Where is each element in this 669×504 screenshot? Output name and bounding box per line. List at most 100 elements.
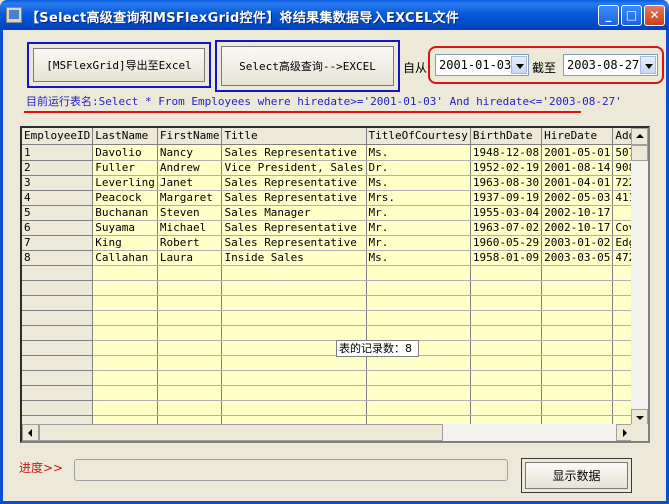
date-from-combo[interactable]: 2001-01-03 <box>435 54 529 76</box>
table-cell[interactable] <box>470 325 543 341</box>
table-cell[interactable] <box>221 280 367 296</box>
table-cell[interactable]: Fuller <box>92 160 158 176</box>
column-header[interactable]: Address <box>612 128 633 145</box>
row-header-cell[interactable]: 6 <box>22 220 94 236</box>
maximize-button[interactable]: □ <box>621 5 642 26</box>
table-cell[interactable]: Margaret <box>157 190 223 206</box>
table-cell[interactable]: 2001-08-14 <box>541 160 614 176</box>
table-cell[interactable]: Laura <box>157 250 223 266</box>
chevron-down-icon[interactable] <box>640 56 656 74</box>
column-header[interactable]: EmployeeID <box>22 128 94 145</box>
row-header-cell[interactable] <box>22 280 94 296</box>
column-header[interactable]: HireDate <box>541 128 614 145</box>
table-cell[interactable] <box>157 325 223 341</box>
table-cell[interactable] <box>470 340 543 356</box>
table-cell[interactable]: 2002-05-03 <box>541 190 614 206</box>
table-cell[interactable] <box>221 325 367 341</box>
table-cell[interactable] <box>470 400 543 416</box>
column-header[interactable]: LastName <box>92 128 158 145</box>
table-cell[interactable]: Mr. <box>366 235 471 251</box>
table-cell[interactable] <box>92 280 158 296</box>
table-cell[interactable]: Sales Manager <box>221 205 367 221</box>
empty-row[interactable] <box>22 355 633 371</box>
table-cell[interactable] <box>221 265 367 281</box>
column-header[interactable]: BirthDate <box>470 128 543 145</box>
table-cell[interactable]: Janet <box>157 175 223 191</box>
table-cell[interactable] <box>366 295 471 311</box>
vertical-scrollbar[interactable] <box>631 128 648 426</box>
table-cell[interactable]: Nancy <box>157 144 223 161</box>
scroll-left-icon[interactable] <box>22 424 39 441</box>
table-cell[interactable] <box>92 325 158 341</box>
row-header-cell[interactable] <box>22 400 94 416</box>
table-cell[interactable]: 722 <box>612 175 633 191</box>
table-row[interactable]: 3 Leverling Janet Sales Representative Ms. 19… <box>22 175 633 191</box>
row-header-cell[interactable] <box>22 265 94 281</box>
table-cell[interactable] <box>92 310 158 326</box>
select-excel-button[interactable]: Select高级查询-->EXCEL <box>221 46 394 86</box>
table-cell[interactable] <box>157 400 223 416</box>
table-cell[interactable]: Callahan <box>92 250 158 266</box>
table-cell[interactable]: Peacock <box>92 190 158 206</box>
table-row[interactable]: 4 Peacock Margaret Sales Representative Mrs.… <box>22 190 633 206</box>
table-cell[interactable]: 1963-08-30 <box>470 175 543 191</box>
row-header-cell[interactable]: 8 <box>22 250 94 266</box>
table-cell[interactable]: Sales Representative <box>221 190 367 206</box>
close-button[interactable]: ✕ <box>644 5 665 26</box>
table-cell[interactable] <box>612 385 633 401</box>
table-cell[interactable] <box>92 385 158 401</box>
row-header-cell[interactable]: 2 <box>22 160 94 176</box>
row-header-cell[interactable] <box>22 370 94 386</box>
column-header[interactable]: TitleOfCourtesy <box>366 128 471 145</box>
table-cell[interactable]: Sales Representative <box>221 175 367 191</box>
empty-row[interactable] <box>22 370 633 386</box>
table-cell[interactable] <box>541 280 614 296</box>
table-cell[interactable]: Ms. <box>366 250 471 266</box>
table-cell[interactable] <box>157 340 223 356</box>
table-cell[interactable]: Mrs. <box>366 190 471 206</box>
table-cell[interactable] <box>221 370 367 386</box>
table-cell[interactable] <box>92 355 158 371</box>
vertical-scroll-thumb[interactable] <box>631 145 648 161</box>
table-cell[interactable] <box>366 355 471 371</box>
table-cell[interactable]: Vice President, Sales <box>221 160 367 176</box>
row-header-cell[interactable]: 3 <box>22 175 94 191</box>
table-cell[interactable] <box>157 310 223 326</box>
table-cell[interactable] <box>221 355 367 371</box>
table-cell[interactable]: Sales Representative <box>221 220 367 236</box>
column-header[interactable]: Title <box>221 128 367 145</box>
table-cell[interactable]: 1963-07-02 <box>470 220 543 236</box>
empty-row[interactable] <box>22 385 633 401</box>
empty-row[interactable] <box>22 325 633 341</box>
table-cell[interactable]: Leverling <box>92 175 158 191</box>
table-cell[interactable]: 908 <box>612 160 633 176</box>
table-cell[interactable]: Michael <box>157 220 223 236</box>
table-cell[interactable] <box>541 295 614 311</box>
grid-viewport[interactable]: EmployeeID LastName FirstName Title TitleOfC… <box>22 128 633 426</box>
table-cell[interactable] <box>612 340 633 356</box>
table-cell[interactable]: Dr. <box>366 160 471 176</box>
table-cell[interactable]: 1955-03-04 <box>470 205 543 221</box>
table-cell[interactable]: Suyama <box>92 220 158 236</box>
table-cell[interactable] <box>92 340 158 356</box>
empty-row[interactable] <box>22 295 633 311</box>
table-cell[interactable] <box>92 370 158 386</box>
table-cell[interactable]: 2002-10-17 <box>541 205 614 221</box>
row-header-cell[interactable] <box>22 295 94 311</box>
table-cell[interactable] <box>612 355 633 371</box>
empty-row[interactable] <box>22 310 633 326</box>
table-cell[interactable] <box>221 400 367 416</box>
table-cell[interactable]: 4726 - <box>612 250 633 266</box>
table-cell[interactable] <box>157 385 223 401</box>
table-cell[interactable] <box>92 295 158 311</box>
table-cell[interactable] <box>470 265 543 281</box>
horizontal-scrollbar[interactable] <box>22 424 633 441</box>
table-cell[interactable]: Mr. <box>366 220 471 236</box>
table-cell[interactable]: Ms. <box>366 144 471 161</box>
date-to-combo[interactable]: 2003-08-27 <box>563 54 658 76</box>
export-flexgrid-button[interactable]: [MSFlexGrid]导出至Excel <box>33 48 205 82</box>
table-cell[interactable]: 2001-05-01 <box>541 144 614 161</box>
table-cell[interactable] <box>221 385 367 401</box>
table-cell[interactable] <box>366 400 471 416</box>
table-cell[interactable] <box>157 280 223 296</box>
